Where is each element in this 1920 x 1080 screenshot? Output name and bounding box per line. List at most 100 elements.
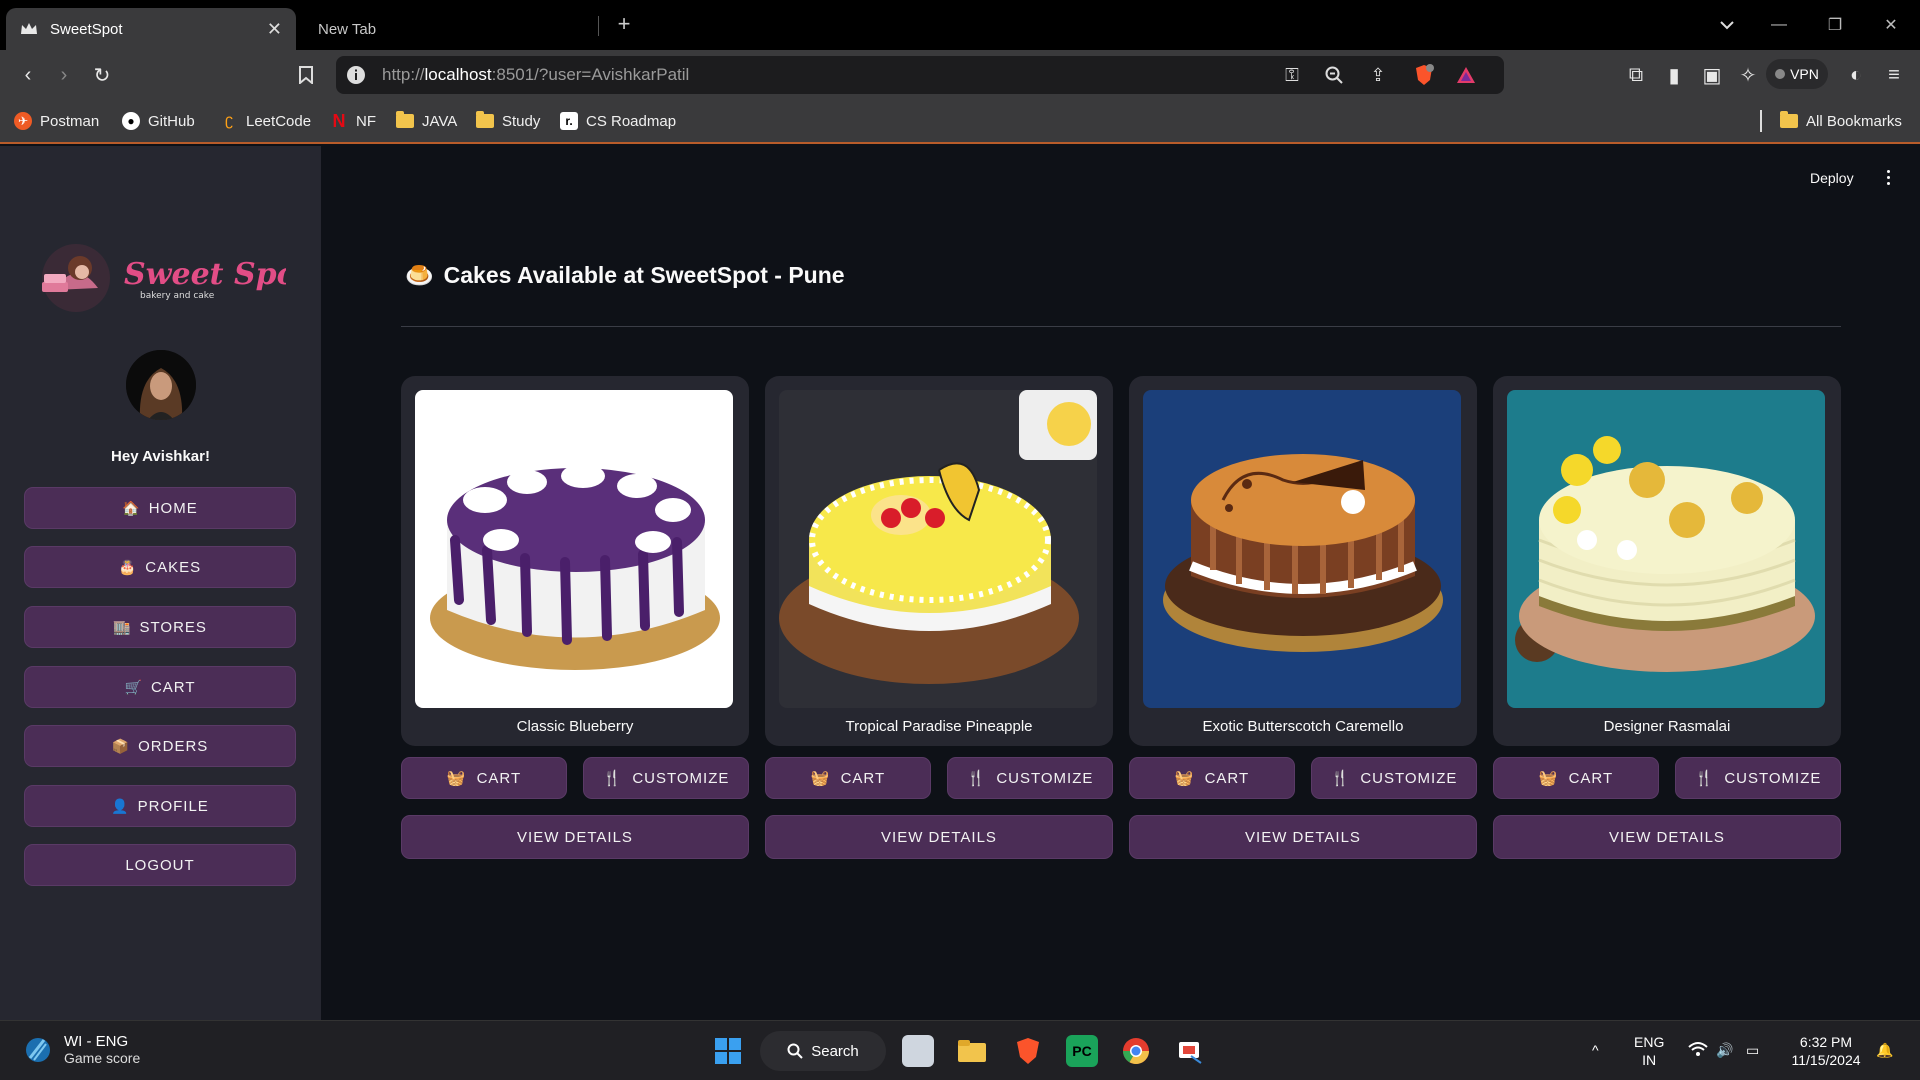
file-explorer-icon[interactable] [956, 1035, 988, 1067]
add-to-cart-button[interactable]: 🧺 CART [401, 757, 567, 799]
forward-icon[interactable]: › [50, 61, 78, 89]
browser-toolbar: ‹ › ↻ http://localhost:8501/?user=Avishk… [0, 50, 1920, 100]
bookmark-separator [1760, 110, 1762, 132]
customize-button[interactable]: 🍴 CUSTOMIZE [1311, 757, 1477, 799]
cake-name: Classic Blueberry [516, 718, 634, 735]
view-details-button[interactable]: VIEW DETAILS [401, 815, 749, 859]
nav-label: ORDERS [138, 737, 209, 755]
clock[interactable]: 6:32 PM 11/15/2024 [1786, 1033, 1866, 1069]
nav-home-button[interactable]: 🏠 HOME [24, 487, 296, 529]
netflix-icon: N [332, 110, 346, 131]
nav-orders-button[interactable]: 📦 ORDERS [24, 725, 296, 767]
user-icon: 👤 [111, 797, 130, 814]
bookmark-cs-roadmap[interactable]: r. CS Roadmap [560, 110, 676, 132]
pycharm-icon[interactable]: PC [1066, 1035, 1098, 1067]
vpn-button[interactable]: VPN [1766, 59, 1828, 89]
close-tab-icon[interactable]: ✕ [267, 19, 282, 40]
taskbar-search[interactable]: Search [760, 1031, 886, 1071]
battery-icon[interactable]: ▭ [1746, 1041, 1759, 1059]
wallet-icon[interactable]: ▣ [1698, 61, 1726, 89]
button-label: CART [1568, 769, 1614, 787]
brave-browser-icon[interactable] [1012, 1035, 1044, 1067]
zoom-icon[interactable] [1322, 63, 1346, 87]
input-language[interactable]: ENG IN [1634, 1033, 1664, 1069]
cake-image-pineapple [779, 390, 1097, 708]
minimize-icon[interactable]: — [1756, 0, 1802, 50]
nav-stores-button[interactable]: 🏬 STORES [24, 606, 296, 648]
chrome-icon[interactable] [1120, 1035, 1152, 1067]
cutlery-icon: 🍴 [966, 770, 987, 787]
more-options-icon[interactable] [1878, 164, 1898, 190]
address-bar[interactable]: http://localhost:8501/?user=AvishkarPati… [336, 56, 1504, 94]
lang-region: IN [1642, 1052, 1657, 1068]
cart-icon: 🛒 [124, 678, 143, 695]
task-view-icon[interactable] [902, 1035, 934, 1067]
bookmark-leetcode[interactable]: ʗ LeetCode [220, 110, 311, 132]
bookmark-nf[interactable]: N NF [330, 110, 377, 132]
bookmark-java[interactable]: JAVA [396, 110, 457, 132]
bookmark-github[interactable]: ● GitHub [122, 110, 195, 132]
tab-title: New Tab [318, 20, 377, 38]
windows-start-icon[interactable] [712, 1035, 744, 1067]
weather-widget[interactable]: WI - ENG Game score [24, 1033, 140, 1066]
tab-new-tab[interactable]: New Tab [302, 8, 598, 50]
back-icon[interactable]: ‹ [14, 61, 42, 89]
key-icon[interactable]: ⚿ [1280, 63, 1304, 87]
brave-rewards-icon[interactable] [1454, 63, 1478, 87]
nav-cakes-button[interactable]: 🎂 CAKES [24, 546, 296, 588]
nav-label: CAKES [145, 558, 202, 576]
nav-cart-button[interactable]: 🛒 CART [24, 666, 296, 708]
bookmark-label: All Bookmarks [1806, 112, 1902, 130]
bookmark-postman[interactable]: ✈ Postman [14, 110, 99, 132]
view-details-button[interactable]: VIEW DETAILS [1129, 815, 1477, 859]
share-icon[interactable]: ⇪ [1366, 63, 1390, 87]
show-hidden-icons[interactable]: ^ [1592, 1041, 1599, 1059]
add-to-cart-button[interactable]: 🧺 CART [1129, 757, 1295, 799]
nav-logout-button[interactable]: LOGOUT [24, 844, 296, 886]
site-info-icon[interactable] [346, 65, 366, 85]
tab-search-chevron-icon[interactable] [1704, 0, 1750, 50]
profile-icon[interactable]: ◐ [1842, 61, 1870, 89]
nav-label: HOME [148, 499, 198, 517]
add-to-cart-button[interactable]: 🧺 CART [1493, 757, 1659, 799]
postman-icon: ✈ [14, 112, 32, 130]
basket-icon: 🧺 [810, 770, 831, 787]
cake-image-blueberry [415, 390, 733, 708]
wifi-icon[interactable] [1688, 1041, 1708, 1061]
snipping-tool-icon[interactable] [1174, 1035, 1206, 1067]
deploy-button[interactable]: Deploy [1810, 170, 1854, 186]
taskbar: WI - ENG Game score Search PC ^ ENG IN 🔊… [0, 1020, 1920, 1080]
tab-sweetspot[interactable]: SweetSpot ✕ [6, 8, 296, 50]
add-to-cart-button[interactable]: 🧺 CART [765, 757, 931, 799]
new-tab-icon[interactable]: + [612, 12, 636, 36]
cutlery-icon: 🍴 [602, 770, 623, 787]
extensions-icon[interactable]: ⧉ [1622, 61, 1650, 89]
lang-code: ENG [1634, 1034, 1665, 1050]
sidebar-toggle-icon[interactable]: ▮ [1660, 61, 1688, 89]
restore-icon[interactable]: ❐ [1812, 0, 1858, 50]
nav-profile-button[interactable]: 👤 PROFILE [24, 785, 296, 827]
bookmark-study[interactable]: Study [476, 110, 540, 132]
close-window-icon[interactable]: ✕ [1868, 0, 1914, 50]
cake-card: Classic Blueberry [401, 376, 749, 746]
brave-shield-icon[interactable] [1412, 63, 1436, 87]
bookmark-icon[interactable] [292, 61, 320, 89]
customize-button[interactable]: 🍴 CUSTOMIZE [947, 757, 1113, 799]
all-bookmarks[interactable]: All Bookmarks [1780, 110, 1902, 132]
sweet-spot-logo: Sweet Spot bakery and cake [36, 238, 311, 318]
notification-bell-icon[interactable]: 🔔 [1876, 1041, 1893, 1059]
customize-button[interactable]: 🍴 CUSTOMIZE [583, 757, 749, 799]
menu-icon[interactable]: ≡ [1880, 61, 1908, 89]
avatar [126, 350, 196, 420]
view-details-button[interactable]: VIEW DETAILS [765, 815, 1113, 859]
view-details-button[interactable]: VIEW DETAILS [1493, 815, 1841, 859]
button-label: CART [1204, 769, 1250, 787]
leo-ai-icon[interactable]: ✧ [1734, 61, 1762, 89]
pudding-icon: 🍮 [405, 262, 434, 288]
url-text: http://localhost:8501/?user=AvishkarPati… [382, 65, 690, 84]
nav-label: LOGOUT [125, 856, 195, 874]
customize-button[interactable]: 🍴 CUSTOMIZE [1675, 757, 1841, 799]
basket-icon: 🧺 [446, 770, 467, 787]
reload-icon[interactable]: ↻ [88, 61, 116, 89]
volume-icon[interactable]: 🔊 [1716, 1041, 1733, 1059]
